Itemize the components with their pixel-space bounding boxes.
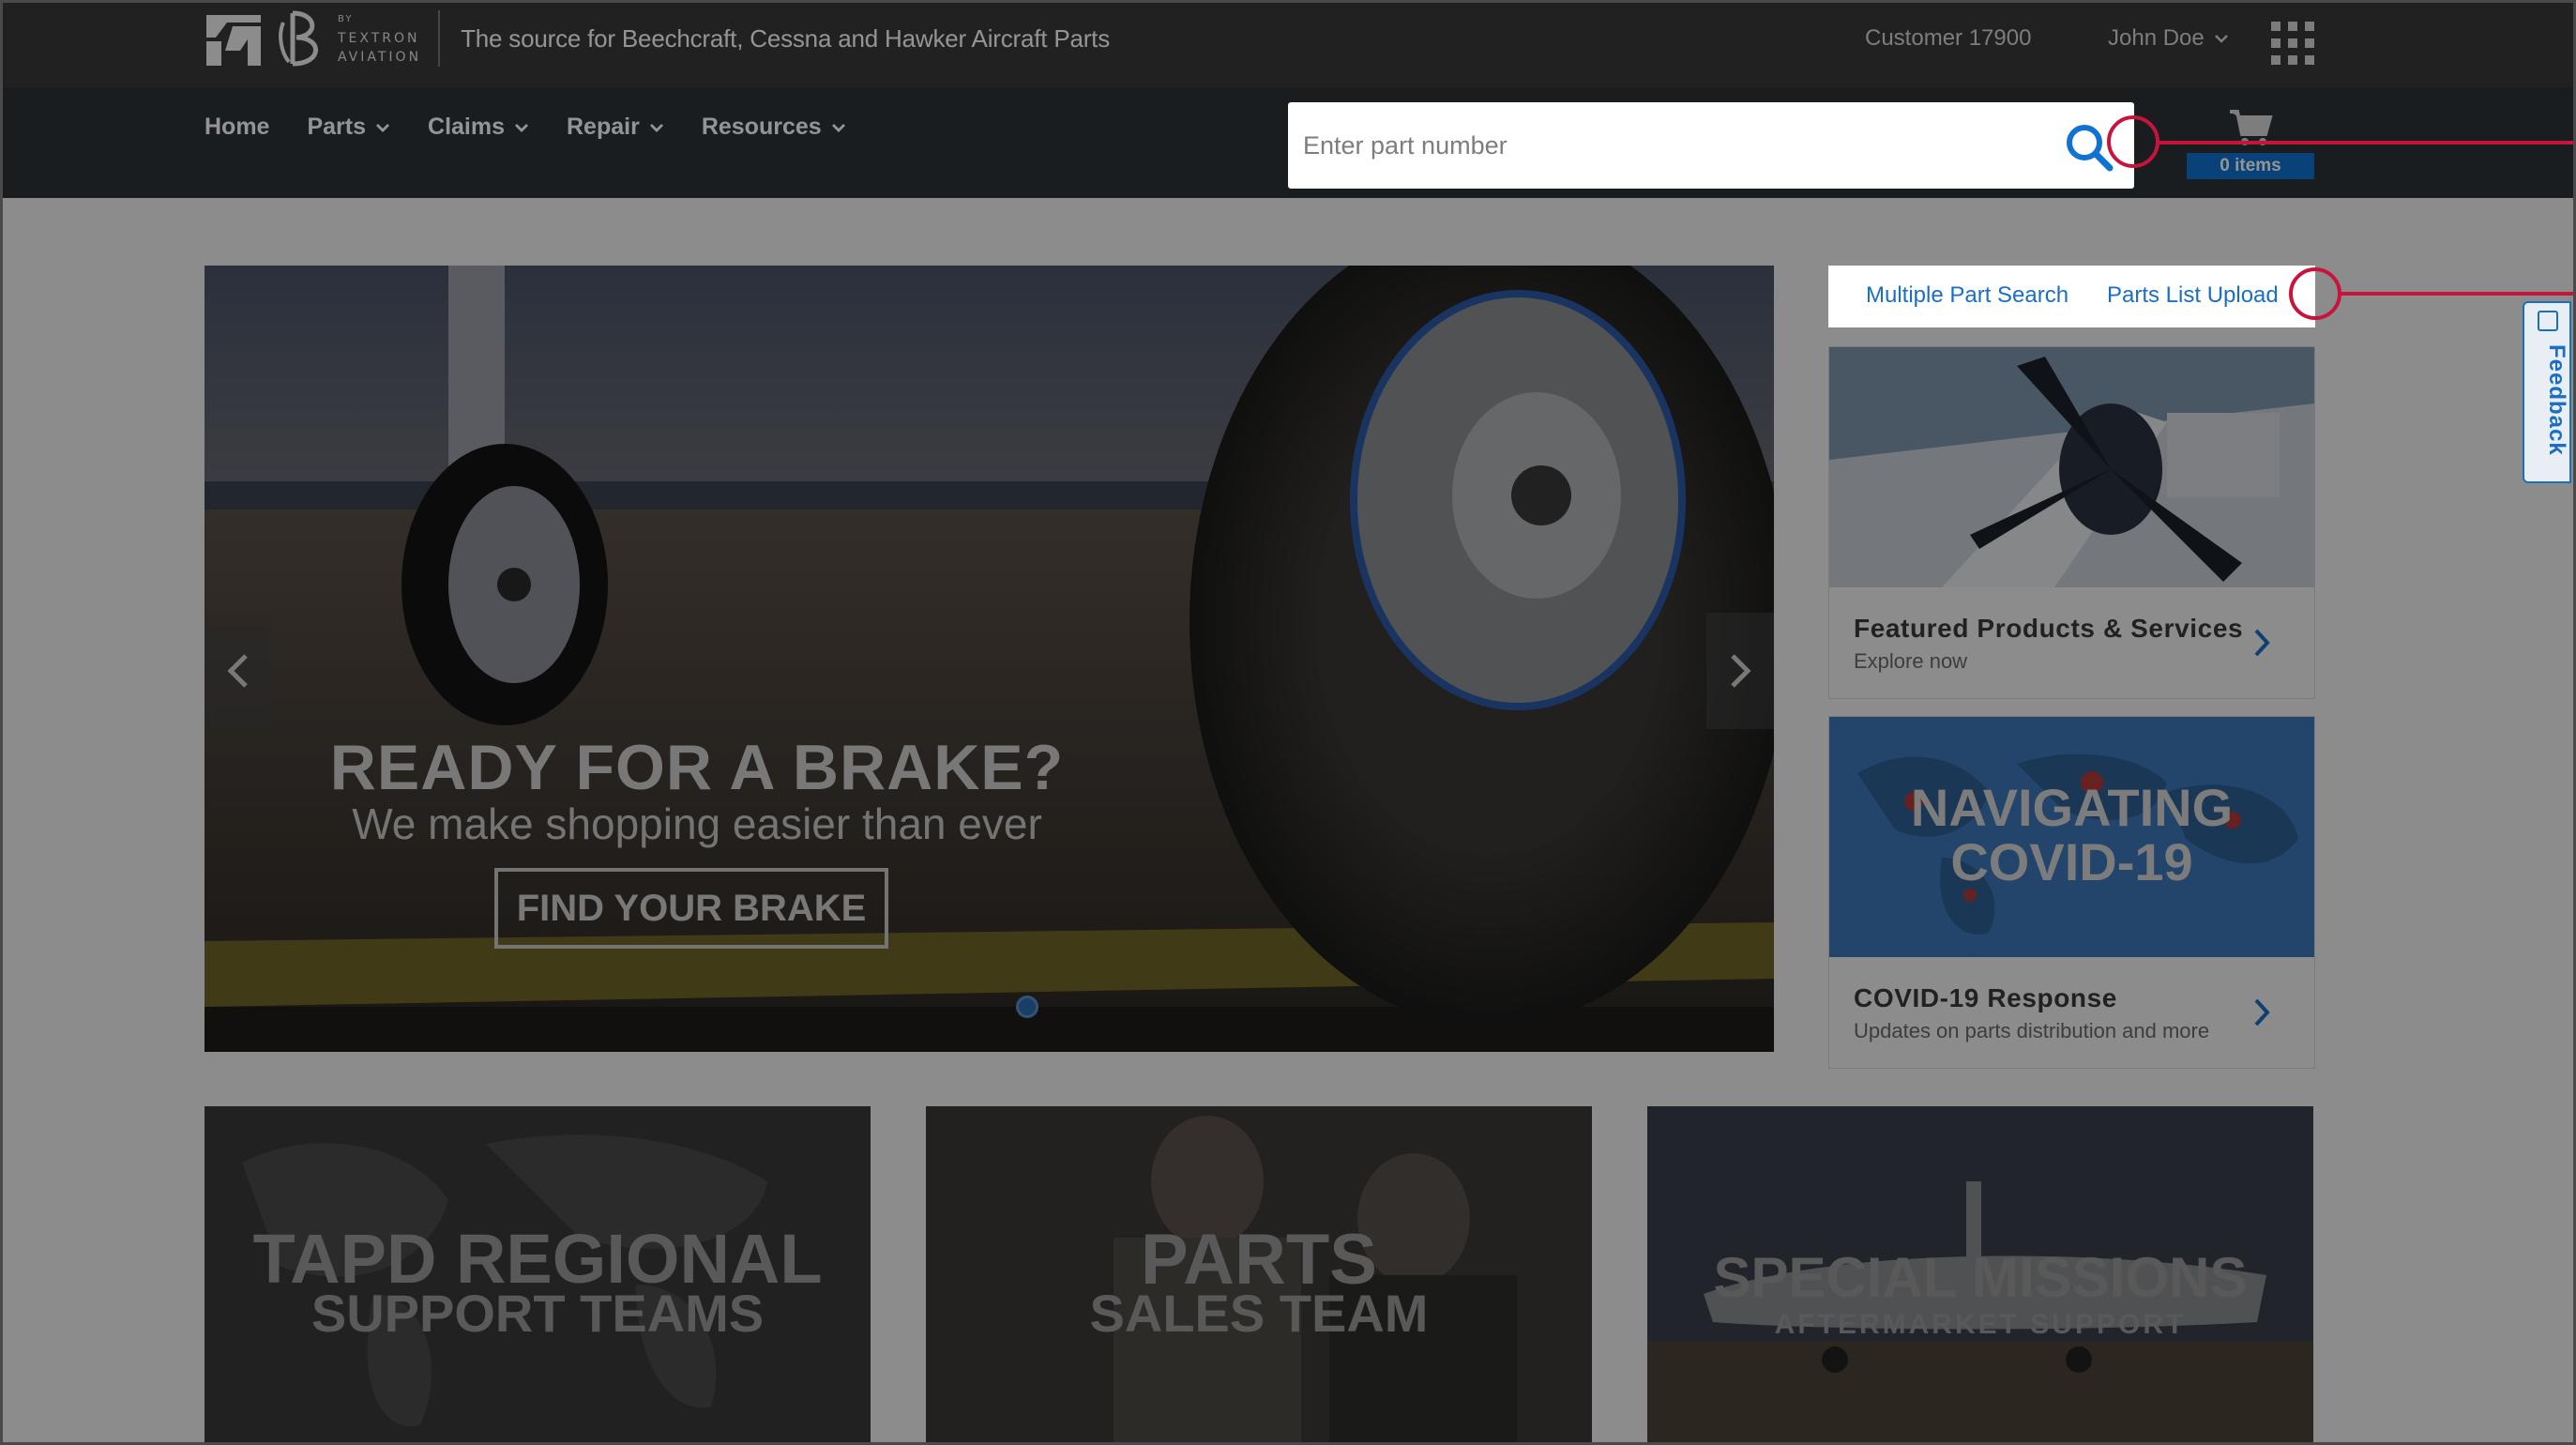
plus-square-icon [2538,311,2558,331]
annotation-line-search [2159,141,2573,144]
nav-home[interactable]: Home [205,114,269,141]
nav-claims-label: Claims [428,114,505,140]
special-missions-line2: AFTERMARKET SUPPORT [1774,1309,2187,1340]
featured-products-image [1829,347,2314,587]
nav-resources-label: Resources [701,114,822,140]
brand-divider [438,10,441,67]
tapd-line2: SUPPORT TEAMS [311,1284,765,1343]
brand-aviation: AVIATION [338,50,422,65]
covid-image-text: NAVIGATING COVID-19 [1829,781,2314,890]
user-menu[interactable]: John Doe [2108,25,2229,52]
multiple-part-search-link[interactable]: Multiple Part Search [1866,282,2068,309]
cart-count-badge: 0 items [2187,153,2314,179]
carousel-next-button[interactable] [1706,613,1774,729]
beechcraft-b-icon [279,10,318,67]
covid-response-card[interactable]: NAVIGATING COVID-19 COVID-19 Response Up… [1828,716,2315,1069]
nav-resources[interactable]: Resources [702,114,846,141]
brand[interactable]: BY TEXTRON AVIATION The source for Beech… [205,8,1110,68]
customer-number[interactable]: Customer 17900 [1865,25,2031,52]
hero-subtitle: We make shopping easier than ever [352,799,1042,848]
chevron-down-icon [2214,35,2228,43]
chevron-down-icon [376,123,390,132]
chevron-down-icon [515,123,528,132]
parts-list-upload-link[interactable]: Parts List Upload [2107,282,2279,309]
annotation-circle-parts-list-upload [2289,267,2341,320]
parts-sales-team-tile[interactable]: PARTS SALES TEAM [926,1106,1592,1442]
special-missions-line1: SPECIAL MISSIONS [1713,1246,2248,1309]
chevron-down-icon [649,123,663,132]
chevron-down-icon [831,123,845,132]
nav-parts[interactable]: Parts [307,114,390,141]
covid-response-subtitle: Updates on parts distribution and more [1854,1019,2210,1042]
brand-textron: TEXTRON [338,31,420,46]
annotation-circle-search [2107,115,2159,168]
nav-parts-label: Parts [307,114,367,140]
hero-image [205,266,1774,1052]
find-your-brake-button[interactable]: FIND YOUR BRAKE [494,868,888,949]
special-missions-tile[interactable]: SPECIAL MISSIONS AFTERMARKET SUPPORT [1647,1106,2313,1442]
parts-line2: SALES TEAM [1089,1284,1429,1343]
site-tagline: The source for Beechcraft, Cessna and Ha… [461,23,1111,53]
carousel-dot[interactable] [1016,996,1038,1018]
nav-claims[interactable]: Claims [428,114,529,141]
hero-title: READY FOR A BRAKE? [329,732,1065,803]
covid-image-line1: NAVIGATING [1910,778,2234,837]
chevron-right-icon [1731,654,1751,688]
feedback-tab[interactable]: Feedback [2523,301,2571,483]
main-nav: Home Parts Claims Repair Resources [205,114,884,141]
covid-response-image: NAVIGATING COVID-19 [1829,717,2314,957]
textron-wordmark: BY TEXTRON AVIATION [338,10,421,67]
chevron-left-icon [227,654,248,688]
carousel-prev-button[interactable] [205,613,272,729]
nav-repair[interactable]: Repair [567,114,664,141]
top-bar: BY TEXTRON AVIATION The source for Beech… [3,3,2573,87]
hero-carousel[interactable]: READY FOR A BRAKE? We make shopping easi… [205,266,1774,1052]
chevron-right-icon [2254,998,2270,1027]
app-grid-icon[interactable] [2271,22,2314,65]
featured-products-card[interactable]: Featured Products & Services Explore now [1828,346,2315,699]
covid-image-line2: COVID-19 [1950,832,2193,891]
part-search [1288,102,2134,189]
annotation-line-parts-list-upload [2341,292,2573,296]
featured-products-title: Featured Products & Services [1854,614,2244,643]
chevron-right-icon [2254,629,2270,657]
part-number-input[interactable] [1303,130,2035,160]
tapd-regional-tile[interactable]: TAPD REGIONAL SUPPORT TEAMS [205,1106,871,1442]
featured-products-subtitle: Explore now [1854,649,1968,673]
quick-links: Multiple Part Search Parts List Upload [1828,266,2315,327]
textron-logo-icon [206,15,261,66]
nav-home-label: Home [205,114,270,140]
covid-response-title: COVID-19 Response [1854,983,2117,1012]
user-name: John Doe [2108,25,2205,51]
feedback-label: Feedback [2544,344,2569,456]
page: BY TEXTRON AVIATION The source for Beech… [0,0,2576,1445]
brand-by: BY [338,14,354,24]
nav-repair-label: Repair [567,114,640,140]
